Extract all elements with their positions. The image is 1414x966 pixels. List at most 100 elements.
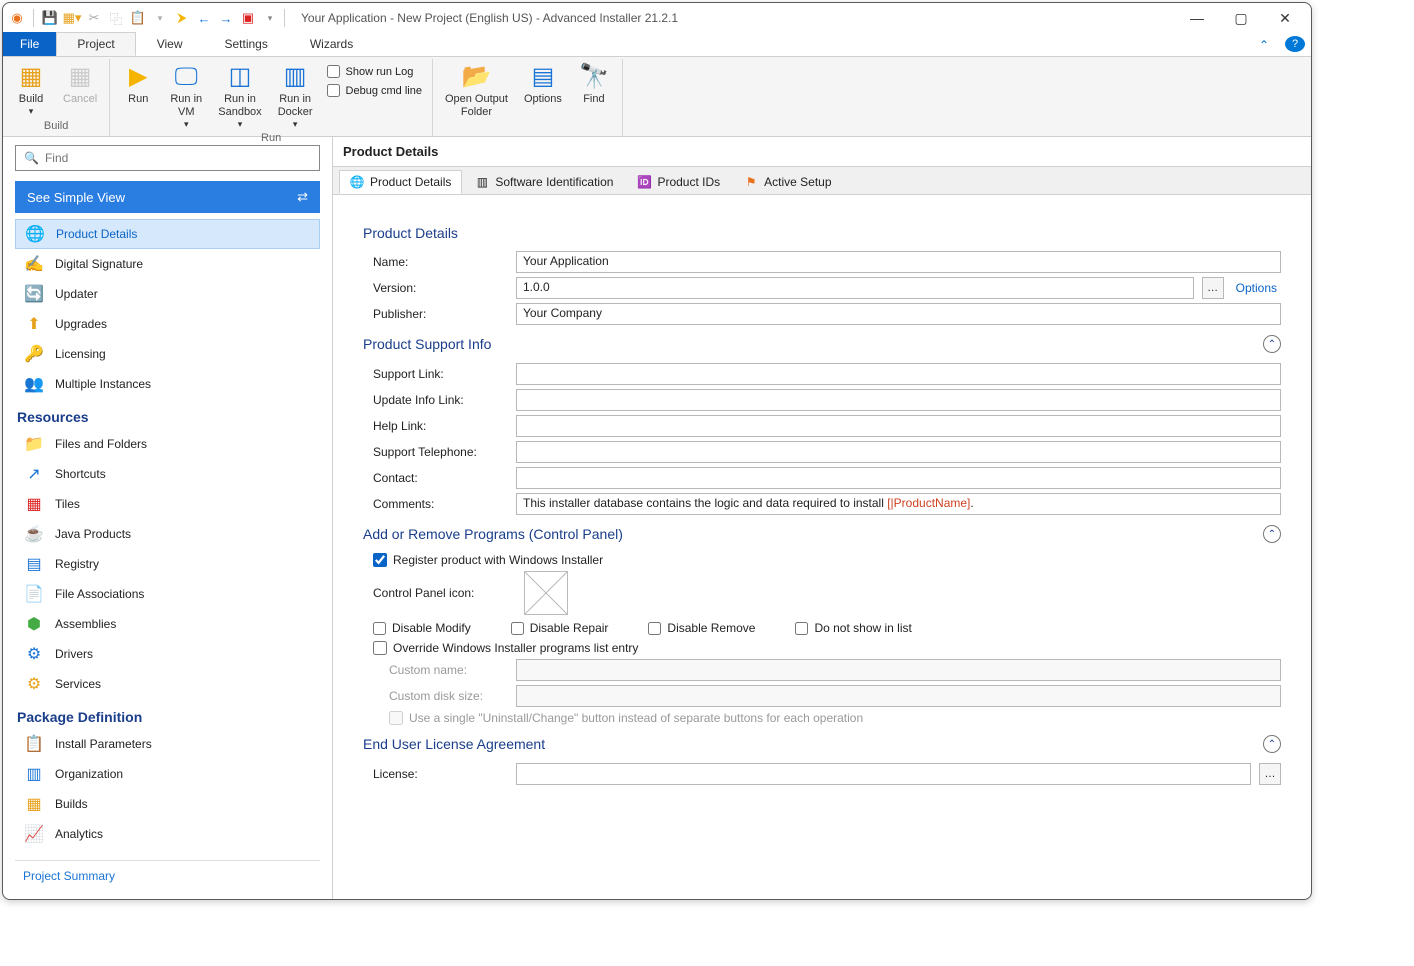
cancel-button[interactable]: ▦ Cancel — [57, 59, 103, 108]
telephone-field[interactable] — [516, 441, 1281, 463]
package-icon[interactable]: ▦▾ — [62, 8, 82, 28]
sidebar-item-upgrades[interactable]: ⬆Upgrades — [15, 309, 320, 339]
content: Product Details Name:Your Application Ve… — [333, 195, 1311, 899]
sidebar-item-licensing[interactable]: 🔑Licensing — [15, 339, 320, 369]
project-summary-link[interactable]: Project Summary — [15, 860, 320, 891]
version-field[interactable]: 1.0.0 — [516, 277, 1194, 299]
license-browse-button[interactable]: … — [1259, 763, 1281, 785]
id-icon: 🆔 — [637, 175, 651, 189]
disable-repair-check[interactable]: Disable Repair — [511, 621, 609, 635]
support-link-field[interactable] — [516, 363, 1281, 385]
qat-dropdown-icon[interactable]: ▾ — [260, 8, 280, 28]
sidebar-item-java[interactable]: ☕Java Products — [15, 519, 320, 549]
tab-product-ids[interactable]: 🆔Product IDs — [626, 170, 731, 194]
sidebar-item-multiple-instances[interactable]: 👥Multiple Instances — [15, 369, 320, 399]
version-options-link[interactable]: Options — [1232, 281, 1281, 295]
gears-icon: ⚙ — [23, 673, 45, 695]
open-output-button[interactable]: 📂Open Output Folder — [439, 59, 514, 121]
sidebar-item-organization[interactable]: ▥Organization — [15, 759, 320, 789]
sidebar-item-drivers[interactable]: ⚙Drivers — [15, 639, 320, 669]
debug-cmd-check[interactable]: Debug cmd line — [327, 84, 422, 97]
sidebar-item-updater[interactable]: 🔄Updater — [15, 279, 320, 309]
sidebar-item-file-assoc[interactable]: 📄File Associations — [15, 579, 320, 609]
contact-field[interactable] — [516, 467, 1281, 489]
collapse-ribbon-icon[interactable]: ⌃ — [1249, 34, 1279, 56]
publisher-field[interactable]: Your Company — [516, 303, 1281, 325]
comments-field[interactable]: This installer database contains the log… — [516, 493, 1281, 515]
tab-project[interactable]: Project — [56, 32, 135, 56]
sidebar-item-services[interactable]: ⚙Services — [15, 669, 320, 699]
comments-label: Comments: — [363, 497, 508, 511]
dropdown-icon[interactable]: ▾ — [150, 8, 170, 28]
sidebar-item-assemblies[interactable]: ⬢Assemblies — [15, 609, 320, 639]
run-button[interactable]: ▶Run — [116, 59, 160, 108]
run-docker-button[interactable]: ▥Run in Docker▾ — [272, 59, 319, 132]
update-link-field[interactable] — [516, 389, 1281, 411]
sidebar-item-analytics[interactable]: 📈Analytics — [15, 819, 320, 849]
sidebar-item-digital-signature[interactable]: ✍Digital Signature — [15, 249, 320, 279]
run-vm-button[interactable]: 🖵Run in VM▾ — [164, 59, 208, 132]
save-icon[interactable]: 💾 — [40, 8, 60, 28]
section-support: Product Support Info⌃ — [363, 335, 1281, 353]
find-button[interactable]: 🔭Find — [572, 59, 616, 108]
forward-icon[interactable]: → — [216, 8, 236, 28]
cp-icon-picker[interactable] — [524, 571, 568, 615]
tab-view[interactable]: View — [136, 32, 204, 56]
search-input[interactable] — [45, 151, 311, 165]
app-icon[interactable]: ◉ — [7, 8, 27, 28]
no-show-check[interactable]: Do not show in list — [795, 621, 911, 635]
tab-software-id[interactable]: ▥Software Identification — [464, 170, 624, 194]
copy-icon[interactable]: ⿻ — [106, 8, 126, 28]
barcode-icon: ▥ — [475, 175, 489, 189]
sandbox-icon: ◫ — [224, 61, 256, 93]
disable-modify-check[interactable]: Disable Modify — [373, 621, 471, 635]
show-log-check[interactable]: Show run Log — [327, 65, 422, 78]
search-box[interactable]: 🔍 — [15, 145, 320, 171]
sidebar-item-tiles[interactable]: ▦Tiles — [15, 489, 320, 519]
back-icon[interactable]: ← — [194, 8, 214, 28]
maximize-button[interactable]: ▢ — [1219, 4, 1263, 32]
override-check[interactable] — [373, 641, 387, 655]
close-button[interactable]: ✕ — [1263, 4, 1307, 32]
help-link-field[interactable] — [516, 415, 1281, 437]
register-check[interactable] — [373, 553, 387, 567]
folder-icon: 📂 — [460, 61, 492, 93]
sidebar-item-install-params[interactable]: 📋Install Parameters — [15, 729, 320, 759]
sidebar-item-product-details[interactable]: 🌐Product Details — [15, 219, 320, 249]
simple-view-button[interactable]: See Simple View ⇄ — [15, 181, 320, 213]
forward-arrow-icon[interactable]: ⮞ — [172, 8, 192, 28]
build-button[interactable]: ▦ Build▾ — [9, 59, 53, 119]
version-browse-button[interactable]: … — [1202, 277, 1224, 299]
tab-settings[interactable]: Settings — [204, 32, 289, 56]
tab-active-setup[interactable]: ⚑Active Setup — [733, 170, 842, 194]
disable-remove-check[interactable]: Disable Remove — [648, 621, 755, 635]
sidebar-item-shortcuts[interactable]: ↗Shortcuts — [15, 459, 320, 489]
collapse-support-button[interactable]: ⌃ — [1263, 335, 1281, 353]
ext-icon[interactable]: ▣ — [238, 8, 258, 28]
tab-wizards[interactable]: Wizards — [289, 32, 374, 56]
sidebar: 🔍 See Simple View ⇄ 🌐Product Details ✍Di… — [3, 137, 333, 899]
ribbon-tabs: File Project View Settings Wizards ⌃ ? — [3, 33, 1311, 57]
cube-icon: ⬢ — [23, 613, 45, 635]
custom-name-label: Custom name: — [363, 663, 508, 677]
options-button[interactable]: ▤Options — [518, 59, 568, 108]
help-icon[interactable]: ? — [1285, 36, 1305, 52]
window-title: Your Application - New Project (English … — [301, 11, 678, 25]
collapse-arp-button[interactable]: ⌃ — [1263, 525, 1281, 543]
paste-icon[interactable]: 📋 — [128, 8, 148, 28]
name-field[interactable]: Your Application — [516, 251, 1281, 273]
sidebar-item-files[interactable]: 📁Files and Folders — [15, 429, 320, 459]
folder-icon: 📁 — [23, 433, 45, 455]
chart-icon: 📈 — [23, 823, 45, 845]
license-field[interactable] — [516, 763, 1251, 785]
cancel-icon: ▦ — [64, 61, 96, 93]
titlebar: ◉ 💾 ▦▾ ✂ ⿻ 📋 ▾ ⮞ ← → ▣ ▾ Your Applicatio… — [3, 3, 1311, 33]
sidebar-item-builds[interactable]: ▦Builds — [15, 789, 320, 819]
tab-file[interactable]: File — [3, 32, 56, 56]
run-sandbox-button[interactable]: ◫Run in Sandbox▾ — [212, 59, 267, 132]
collapse-eula-button[interactable]: ⌃ — [1263, 735, 1281, 753]
minimize-button[interactable]: — — [1175, 4, 1219, 32]
sidebar-item-registry[interactable]: ▤Registry — [15, 549, 320, 579]
scissors-icon[interactable]: ✂ — [84, 8, 104, 28]
tab-product-details[interactable]: 🌐Product Details — [339, 170, 462, 194]
